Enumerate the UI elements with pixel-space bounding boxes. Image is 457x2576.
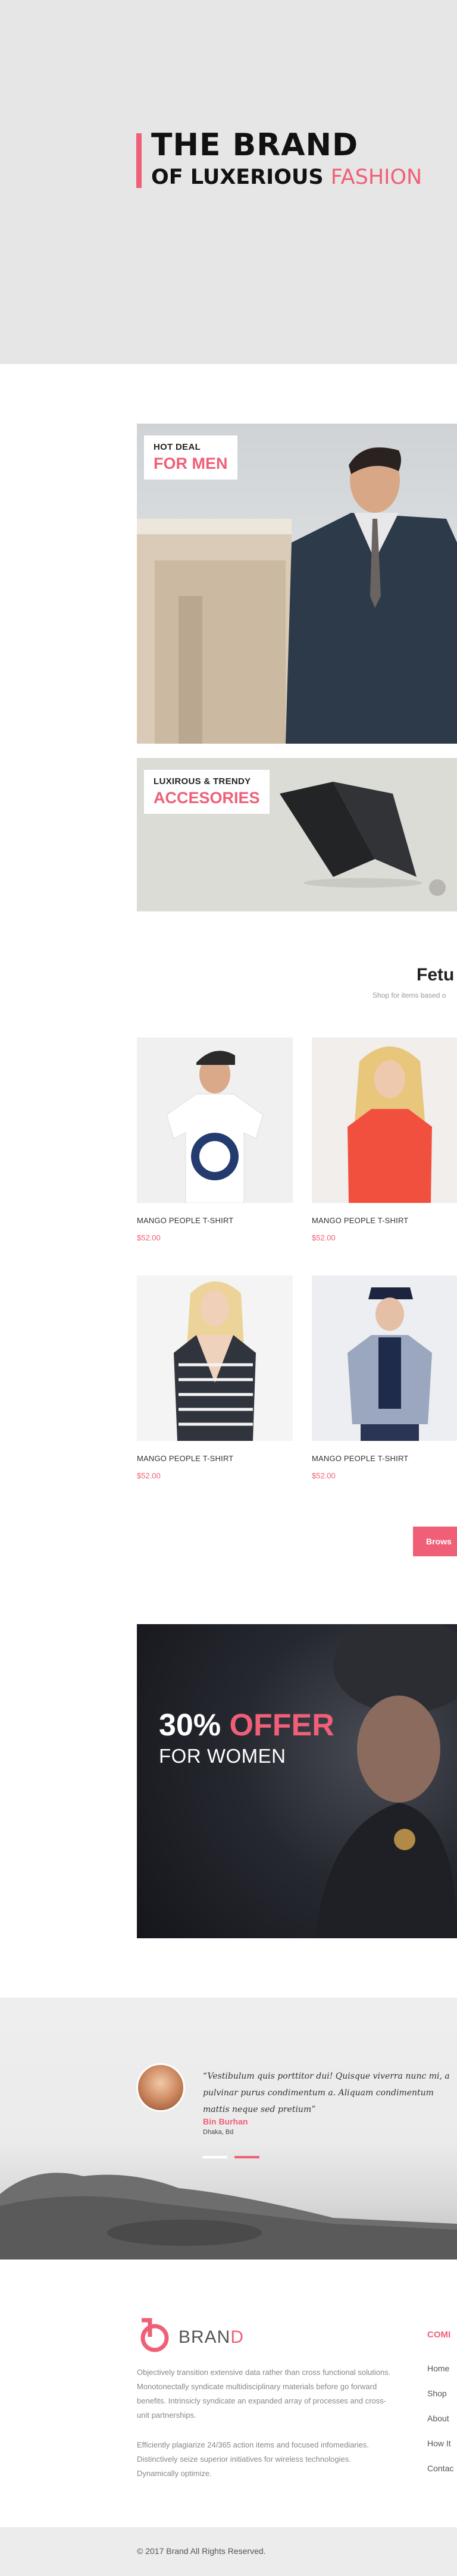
product-card[interactable]: MANGO PEOPLE T-SHIRT $52.00 (312, 1038, 457, 1242)
product-image[interactable] (137, 1276, 293, 1441)
footer: BRAND Objectively transition extensive d… (0, 2260, 457, 2527)
avatar (136, 2063, 185, 2112)
offer-word: OFFER (229, 1708, 334, 1743)
promo-men-banner[interactable]: HOT DEAL FOR MEN (137, 424, 457, 744)
copyright-bar: © 2017 Brand All Rights Reserved. (0, 2527, 457, 2576)
product-price: $52.00 (312, 1233, 336, 1242)
product-image[interactable] (312, 1276, 457, 1441)
striped-top-woman-image (137, 1276, 293, 1441)
blazer-man-image (312, 1276, 457, 1441)
product-card[interactable]: MANGO PEOPLE T-SHIRT $52.00 (137, 1276, 293, 1480)
offer-banner[interactable]: 30% OFFER FOR WOMEN (137, 1624, 457, 1938)
hero-title: THE BRAND (151, 127, 359, 163)
logo-accent: D (230, 2327, 245, 2347)
offer-percent: 30% (159, 1708, 221, 1743)
footer-link-about[interactable]: About (427, 2406, 453, 2431)
testimonial-section: “Vestibulum quis porttitor dui! Quisque … (0, 1998, 457, 2260)
footer-links: Home Shop About How It Contac (427, 2356, 453, 2481)
red-top-woman-image (312, 1038, 457, 1203)
featured-subtitle: Shop for items based o (373, 991, 446, 999)
footer-link-home[interactable]: Home (427, 2356, 453, 2381)
browse-button[interactable]: Brows (413, 1527, 457, 1556)
product-name[interactable]: MANGO PEOPLE T-SHIRT (312, 1216, 457, 1225)
testimonial-quote: “Vestibulum quis porttitor dui! Quisque … (203, 2072, 450, 2114)
hero-subtitle-accent: FASHION (330, 165, 422, 189)
footer-about-secondary: Efficiently plagiarize 24/365 action ite… (137, 2440, 369, 2478)
product-name[interactable]: MANGO PEOPLE T-SHIRT (312, 1454, 457, 1463)
testimonial-location: Dhaka, Bd (203, 2129, 234, 2136)
product-image[interactable] (137, 1038, 293, 1203)
promo-accessories-banner[interactable]: LUXIROUS & TRENDY ACCESORIES (137, 758, 457, 911)
product-price: $52.00 (312, 1471, 336, 1480)
woman-winter-image (315, 1624, 457, 1938)
product-image[interactable] (312, 1038, 457, 1203)
brand-logo-text[interactable]: BRAND (179, 2327, 244, 2348)
hero-subtitle: OF LUXERIOUS FASHION (151, 163, 422, 192)
product-price: $52.00 (137, 1233, 161, 1242)
footer-column-title: COMI (427, 2330, 451, 2340)
product-name[interactable]: MANGO PEOPLE T-SHIRT (137, 1216, 293, 1225)
product-card[interactable]: MANGO PEOPLE T-SHIRT $52.00 (137, 1038, 293, 1242)
promo-men-big: FOR MEN (154, 455, 228, 472)
promo-accessories-small: LUXIROUS & TRENDY (154, 776, 251, 786)
testimonial-author: Bin Burhan (203, 2117, 248, 2126)
product-price: $52.00 (137, 1471, 161, 1480)
footer-link-contact[interactable]: Contac (427, 2456, 453, 2481)
logo-prefix: BRAN (179, 2327, 231, 2347)
brand-logo-icon[interactable] (137, 2318, 174, 2355)
product-name[interactable]: MANGO PEOPLE T-SHIRT (137, 1454, 293, 1463)
footer-link-how-it-works[interactable]: How It (427, 2431, 453, 2456)
promo-men-small: HOT DEAL (154, 442, 201, 452)
footer-about: Objectively transition extensive data ra… (137, 2368, 391, 2420)
promo-accessories-label: LUXIROUS & TRENDY ACCESORIES (144, 770, 270, 814)
hero-subtitle-prefix: OF LUXERIOUS (151, 165, 324, 189)
featured-title: Fetu (417, 965, 455, 985)
promo-accessories-big: ACCESORIES (154, 789, 260, 807)
promo-men-label: HOT DEAL FOR MEN (144, 435, 237, 480)
hero-accent-bar (136, 133, 142, 188)
slider-dot[interactable] (202, 2156, 227, 2158)
copyright-text: © 2017 Brand All Rights Reserved. (137, 2546, 266, 2556)
offer-title: 30% OFFER (159, 1707, 334, 1743)
product-card[interactable]: MANGO PEOPLE T-SHIRT $52.00 (312, 1276, 457, 1480)
offer-subtitle: FOR WOMEN (159, 1745, 286, 1767)
tshirt-man-image (137, 1038, 293, 1203)
slider-dot-active[interactable] (234, 2156, 259, 2158)
hero-section: THE BRAND OF LUXERIOUS FASHION (0, 0, 457, 364)
footer-link-shop[interactable]: Shop (427, 2381, 453, 2406)
